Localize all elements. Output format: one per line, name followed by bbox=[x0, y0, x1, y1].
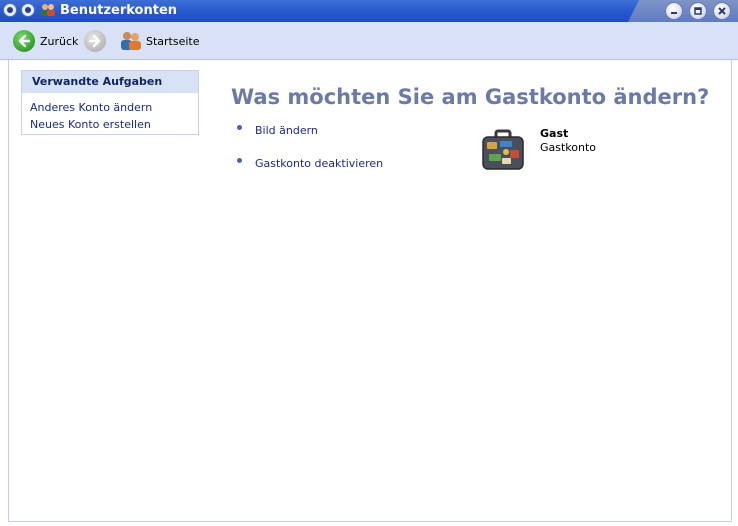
maximize-button[interactable] bbox=[689, 2, 707, 20]
change-picture-link[interactable]: Bild ändern bbox=[255, 124, 318, 137]
create-new-account-link[interactable]: Neues Konto erstellen bbox=[30, 118, 151, 131]
window-title: Benutzerkonten bbox=[60, 3, 178, 18]
home-label[interactable]: Startseite bbox=[146, 35, 200, 48]
back-label[interactable]: Zurück bbox=[40, 35, 78, 48]
disable-guest-account-link[interactable]: Gastkonto deaktivieren bbox=[255, 157, 383, 170]
account-type: Gastkonto bbox=[540, 141, 597, 154]
account-name: Gast bbox=[540, 127, 569, 140]
close-button[interactable] bbox=[713, 2, 731, 20]
title-bar: Benutzerkonten bbox=[0, 0, 738, 22]
bullet-icon bbox=[237, 158, 242, 163]
home-users-icon[interactable] bbox=[120, 31, 142, 51]
change-other-account-link[interactable]: Anderes Konto ändern bbox=[30, 101, 152, 114]
arrow-left-icon bbox=[18, 34, 31, 48]
suitcase-icon bbox=[482, 129, 524, 170]
pin-icon[interactable] bbox=[21, 3, 35, 17]
user-accounts-icon bbox=[41, 4, 55, 16]
window-menu-icon[interactable] bbox=[3, 3, 17, 17]
related-tasks-title: Verwandte Aufgaben bbox=[22, 71, 198, 93]
user-accounts-window: Benutzerkonten Zurück Startseite Verwand… bbox=[0, 0, 738, 526]
navigation-toolbar: Zurück Startseite bbox=[0, 22, 738, 60]
arrow-right-icon bbox=[88, 34, 101, 48]
forward-button[interactable] bbox=[84, 30, 106, 52]
related-tasks-panel: Verwandte Aufgaben Anderes Konto ändern … bbox=[21, 70, 199, 135]
minimize-button[interactable] bbox=[665, 2, 683, 20]
back-button[interactable] bbox=[13, 30, 35, 52]
bullet-icon bbox=[237, 125, 242, 130]
page-heading: Was möchten Sie am Gastkonto ändern? bbox=[231, 85, 710, 109]
